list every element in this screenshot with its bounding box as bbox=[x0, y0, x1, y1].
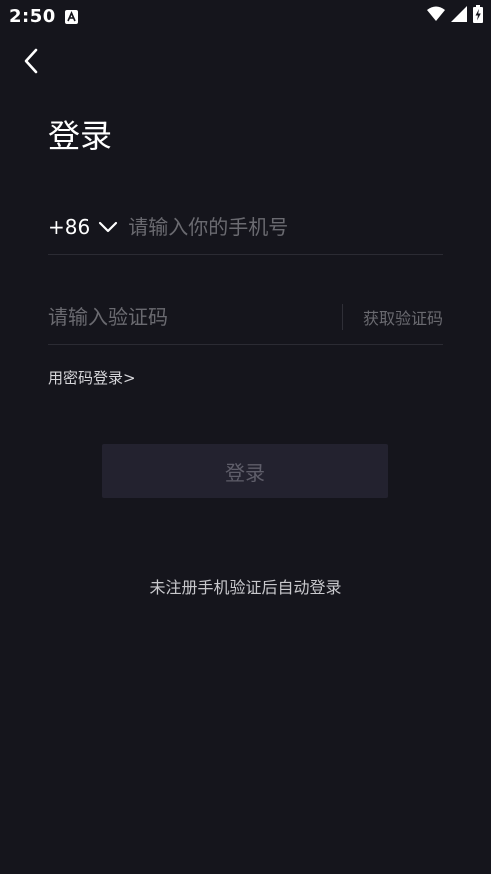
back-button[interactable] bbox=[14, 46, 48, 80]
phone-field-row: +86 bbox=[48, 200, 443, 255]
verification-field-row: 获取验证码 bbox=[48, 290, 443, 345]
country-code-label: +86 bbox=[48, 215, 91, 239]
battery-charging-icon bbox=[473, 5, 483, 27]
text-a-icon bbox=[65, 9, 78, 24]
cellular-signal-icon bbox=[451, 6, 467, 26]
verification-code-input[interactable] bbox=[48, 297, 342, 337]
chevron-left-icon bbox=[21, 48, 41, 78]
field-divider bbox=[341, 304, 343, 330]
chevron-down-icon bbox=[98, 220, 118, 234]
status-icons bbox=[427, 5, 483, 27]
phone-number-input[interactable] bbox=[128, 207, 443, 247]
login-button[interactable]: 登录 bbox=[102, 444, 388, 498]
wifi-icon bbox=[427, 6, 445, 26]
page-title: 登录 bbox=[48, 117, 113, 155]
status-time: 2:50 bbox=[9, 6, 56, 27]
password-login-link[interactable]: 用密码登录> bbox=[48, 367, 136, 388]
get-code-button[interactable]: 获取验证码 bbox=[363, 305, 443, 329]
status-bar: 2:50 bbox=[0, 0, 491, 34]
country-code-selector[interactable]: +86 bbox=[48, 207, 118, 247]
auto-register-note: 未注册手机验证后自动登录 bbox=[149, 578, 342, 597]
